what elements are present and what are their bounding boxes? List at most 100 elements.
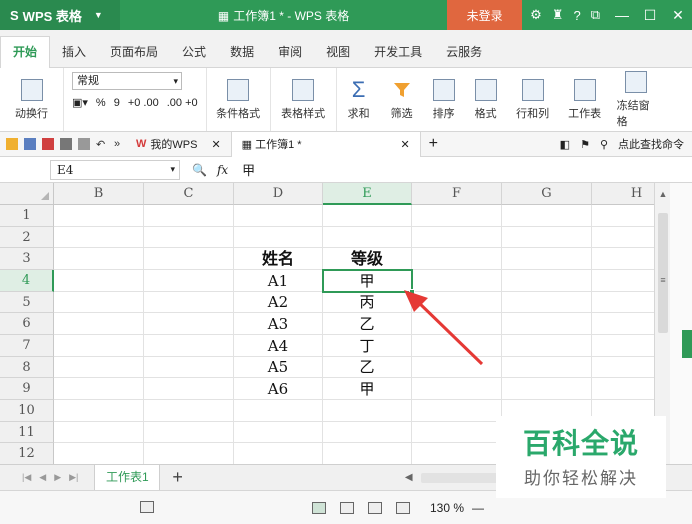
column-header-f[interactable]: F (412, 183, 502, 205)
row-header-5[interactable]: 5 (0, 292, 54, 313)
cell-d9[interactable]: A6 (234, 378, 323, 400)
cell-d7[interactable]: A4 (234, 335, 323, 357)
row-header-10[interactable]: 10 (0, 400, 54, 422)
login-button[interactable]: 未登录 (447, 0, 523, 30)
grid-cell[interactable] (323, 227, 412, 248)
reading-mode-icon[interactable] (396, 501, 410, 514)
zoom-out-icon[interactable]: — (472, 501, 484, 515)
conditional-format-button[interactable]: 条件格式 (207, 68, 271, 131)
fx-button[interactable]: fx (217, 163, 228, 177)
cell-e6[interactable]: 乙 (323, 313, 412, 335)
column-header-g[interactable]: G (502, 183, 592, 205)
command-search[interactable]: 点此查找命令 (618, 136, 684, 152)
grid-cell[interactable] (234, 443, 323, 464)
table-style-button[interactable]: 表格样式 (271, 68, 337, 131)
cell-e9[interactable]: 甲 (323, 378, 412, 400)
next-sheet-icon[interactable]: ▶ (54, 472, 61, 483)
increase-decimal-button[interactable]: +0 .00 (128, 97, 159, 109)
row-header-11[interactable]: 11 (0, 422, 54, 443)
currency-icon[interactable]: ▣▾ (72, 96, 88, 109)
page-layout-view-icon[interactable] (340, 501, 354, 514)
cell-d3[interactable]: 姓名 (234, 248, 323, 270)
grid-cell[interactable] (54, 205, 144, 227)
grid-cell[interactable] (592, 292, 654, 313)
filter-button[interactable]: 筛选 (381, 68, 423, 131)
more-icon[interactable]: » (114, 138, 126, 150)
cell-d6[interactable]: A3 (234, 313, 323, 335)
tab-home[interactable]: 开始 (0, 36, 51, 68)
grid-cell[interactable] (412, 313, 502, 335)
grid-cell[interactable] (54, 227, 144, 248)
print-preview-icon[interactable] (78, 138, 90, 150)
select-all-corner[interactable] (0, 183, 54, 205)
grid-cell[interactable] (412, 270, 502, 292)
new-tab-icon[interactable]: + (429, 135, 438, 153)
grid-cell[interactable] (412, 443, 502, 464)
grid-cell[interactable] (412, 335, 502, 357)
help-button[interactable]: ? (573, 8, 580, 23)
percent-button[interactable]: % (96, 97, 106, 109)
cell-e7[interactable]: 丁 (323, 335, 412, 357)
close-tab-icon[interactable]: ✕ (211, 138, 220, 151)
grid-cell[interactable] (54, 378, 144, 400)
grid-cell[interactable] (592, 248, 654, 270)
row-header-4[interactable]: 4 (0, 270, 54, 292)
grid-cell[interactable] (592, 270, 654, 292)
grid-cell[interactable] (144, 422, 234, 443)
grid-cell[interactable] (144, 270, 234, 292)
grid-cell[interactable] (502, 313, 592, 335)
minimize-icon[interactable]: — (608, 7, 636, 23)
column-header-c[interactable]: C (144, 183, 234, 205)
grid-cell[interactable] (144, 335, 234, 357)
column-header-d[interactable]: D (234, 183, 323, 205)
tab-view[interactable]: 视图 (314, 37, 362, 67)
undo-icon[interactable]: ↶ (96, 138, 108, 151)
open-folder-icon[interactable] (6, 138, 18, 150)
grid-cell[interactable] (412, 422, 502, 443)
grid-cell[interactable] (502, 270, 592, 292)
grid-cell[interactable] (502, 205, 592, 227)
grid-cell[interactable] (54, 443, 144, 464)
side-panel-toggle[interactable] (682, 330, 692, 358)
row-header-6[interactable]: 6 (0, 313, 54, 335)
close-workbook-tab-icon[interactable]: ✕ (400, 138, 409, 151)
grid-cell[interactable] (144, 205, 234, 227)
zoom-search-icon[interactable]: 🔍 (192, 163, 207, 177)
grid-cell[interactable] (54, 248, 144, 270)
tab-page-layout[interactable]: 页面布局 (98, 37, 170, 67)
grid-cell[interactable] (144, 313, 234, 335)
maximize-icon[interactable]: ☐ (636, 7, 664, 24)
column-header-h[interactable]: H (592, 183, 654, 205)
grid-cell[interactable] (502, 227, 592, 248)
grid-cell[interactable] (502, 335, 592, 357)
sheet-tab-1[interactable]: 工作表1 (94, 464, 161, 491)
tab-my-wps[interactable]: W 我的WPS ✕ (126, 132, 231, 157)
grid-cell[interactable] (412, 248, 502, 270)
grid-cell[interactable] (323, 205, 412, 227)
row-header-8[interactable]: 8 (0, 357, 54, 378)
grid-cell[interactable] (323, 443, 412, 464)
normal-view-icon[interactable] (312, 501, 326, 514)
last-sheet-icon[interactable]: ▶| (69, 472, 78, 483)
grid-cell[interactable] (592, 378, 654, 400)
tab-cloud[interactable]: 云服务 (434, 37, 494, 67)
search-icon[interactable]: ⚲ (600, 138, 608, 151)
grid-cell[interactable] (54, 313, 144, 335)
grid-cell[interactable] (412, 357, 502, 378)
grid-cell[interactable] (592, 205, 654, 227)
grid-cell[interactable] (54, 400, 144, 422)
hscroll-left-icon[interactable]: ◀ (405, 472, 413, 483)
row-col-button[interactable]: 行和列 (507, 68, 559, 131)
grid-cell[interactable] (144, 292, 234, 313)
grid-cell[interactable] (412, 227, 502, 248)
grid-cell[interactable] (592, 357, 654, 378)
restore-ribbon-icon[interactable]: ⧉ (591, 7, 600, 23)
grid-cell[interactable] (234, 205, 323, 227)
grid-cell[interactable] (502, 292, 592, 313)
grid-cell[interactable] (144, 248, 234, 270)
grid-cell[interactable] (592, 227, 654, 248)
tab-workbook[interactable]: ▦ 工作簿1 * ✕ (230, 131, 421, 157)
sum-button[interactable]: Σ 求和 (337, 68, 381, 131)
app-menu-button[interactable]: S WPS 表格 ▼ (0, 0, 120, 30)
fill-handle[interactable] (409, 289, 415, 295)
